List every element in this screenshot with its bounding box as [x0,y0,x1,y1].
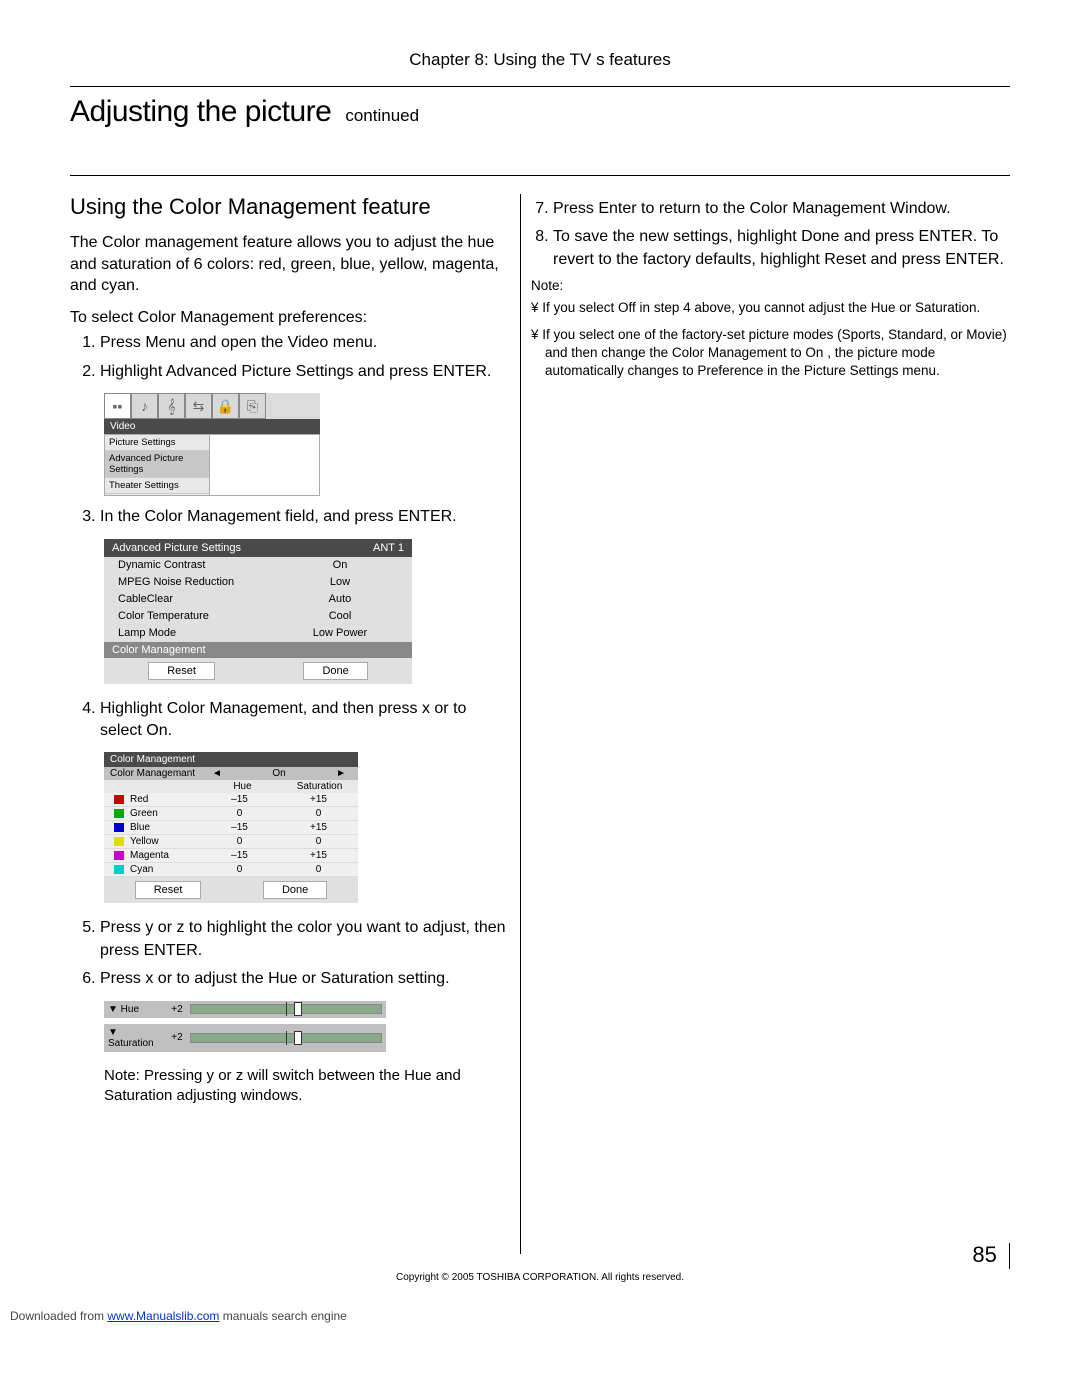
left-arrow-icon: ◄ [206,768,228,779]
tab-icon: ♪ [131,393,158,419]
cm-mode-label: Color Managemant [110,768,206,779]
cm-color-row: Blue–15+15 [104,821,358,835]
color-name: Magenta [130,850,200,861]
sat-value: +15 [279,850,358,861]
manual-page: Chapter 8: Using the TV s features Adjus… [0,0,1080,1303]
cm-col-sat: Saturation [281,781,358,792]
menu-item: Theater Settings [105,478,209,494]
color-name: Cyan [130,864,200,875]
color-mgmt-figure: Color Management Color Managemant ◄ On ►… [104,752,358,903]
step-7: Press Enter to return to the Color Manag… [553,198,1010,220]
step-6: Press x or to adjust the Hue or Saturati… [100,968,510,990]
color-swatch [114,851,124,860]
hue-value: –15 [200,822,279,833]
reset-button: Reset [135,881,202,899]
menu-item: Picture Settings [105,435,209,451]
tab-icon: ⎘ [239,393,266,419]
download-footer: Downloaded from www.Manualslib.com manua… [0,1303,1080,1329]
sat-slider-value: +2 [164,1032,190,1043]
adv-ant: ANT 1 [373,542,404,554]
step-3: In the Color Management field, and press… [100,506,510,528]
adv-row: Lamp ModeLow Power [104,625,412,642]
sat-value: +15 [279,794,358,805]
tab-icon: 🔒 [212,393,239,419]
adv-row: CableClearAuto [104,591,412,608]
color-swatch [114,823,124,832]
section-title: Adjusting the picture [70,95,331,129]
copyright-line: Copyright © 2005 TOSHIBA CORPORATION. Al… [70,1272,1010,1283]
to-select-heading: To select Color Management preferences: [70,307,510,329]
right-column: Press Enter to return to the Color Manag… [520,194,1010,1254]
adv-row: Dynamic ContrastOn [104,557,412,574]
step-8: To save the new settings, highlight Done… [553,226,1010,271]
sat-value: +15 [279,822,358,833]
hue-slider-track [190,1004,382,1014]
color-swatch [114,837,124,846]
adv-picture-figure: Advanced Picture Settings ANT 1 Dynamic … [104,539,412,684]
chapter-header: Chapter 8: Using the TV s features [70,50,1010,80]
adv-row: Color TemperatureCool [104,608,412,625]
hue-value: –15 [200,850,279,861]
sat-slider-track [190,1033,382,1043]
adv-title: Advanced Picture Settings [112,542,241,554]
color-swatch [114,795,124,804]
adv-cm-row: Color Management [104,642,412,658]
sat-value: 0 [279,808,358,819]
cm-color-row: Yellow00 [104,835,358,849]
sat-value: 0 [279,836,358,847]
video-menu-figure: ▪▪ ♪ 𝄞 ⇆ 🔒 ⎘ Video Picture Settings Adva… [104,393,320,496]
color-swatch [114,865,124,874]
hue-value: –15 [200,794,279,805]
color-name: Blue [130,822,200,833]
note-item: If you select Off in step 4 above, you c… [531,299,1010,317]
note-label: Note: [531,277,1010,295]
continued-label: continued [345,106,419,126]
hue-value: 0 [200,808,279,819]
hue-value: 0 [200,836,279,847]
cm-color-row: Cyan00 [104,863,358,877]
cm-color-row: Red–15+15 [104,793,358,807]
adv-row: MPEG Noise ReductionLow [104,574,412,591]
tab-icon: ⇆ [185,393,212,419]
cm-color-row: Green00 [104,807,358,821]
manualslib-link[interactable]: www.Manualslib.com [107,1309,219,1323]
color-name: Green [130,808,200,819]
hue-value: 0 [200,864,279,875]
step-note: Note: Pressing y or z will switch betwee… [104,1066,510,1107]
cm-color-row: Magenta–15+15 [104,849,358,863]
step-1: Press Menu and open the Video menu. [100,332,510,354]
tab-icon: ▪▪ [104,393,131,419]
page-number: 85 [972,1242,996,1267]
sat-value: 0 [279,864,358,875]
cm-col-hue: Hue [204,781,281,792]
cm-mode-value: On [228,768,330,779]
left-column: Using the Color Management feature The C… [70,194,520,1254]
step-4: Highlight Color Management, and then pre… [100,698,510,743]
reset-button: Reset [148,662,215,680]
cm-title: Color Management [104,752,358,767]
menu-item-highlighted: Advanced Picture Settings [105,451,209,478]
intro-paragraph: The Color management feature allows you … [70,232,510,297]
hue-slider-value: +2 [164,1004,190,1015]
hue-slider-label: ▼ Hue [108,1004,164,1015]
done-button: Done [263,881,327,899]
video-menu-title: Video [104,419,320,434]
done-button: Done [303,662,367,680]
color-swatch [114,809,124,818]
right-arrow-icon: ► [330,768,352,779]
sat-slider-label: ▼ Saturation [108,1027,164,1049]
step-2: Highlight Advanced Picture Settings and … [100,361,510,383]
color-name: Yellow [130,836,200,847]
tab-icon: 𝄞 [158,393,185,419]
step-5: Press y or z to highlight the color you … [100,917,510,962]
note-item: If you select one of the factory-set pic… [531,326,1010,381]
feature-heading: Using the Color Management feature [70,194,510,220]
slider-figure: ▼ Hue +2 ▼ Saturation +2 [104,1001,386,1052]
color-name: Red [130,794,200,805]
